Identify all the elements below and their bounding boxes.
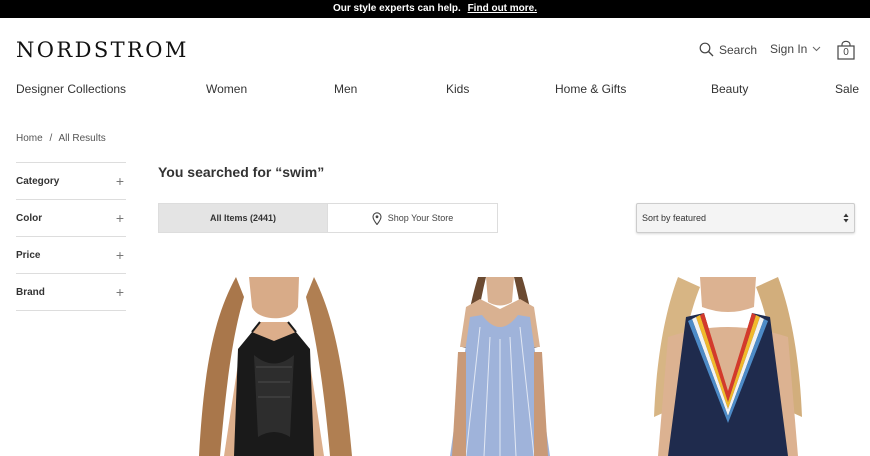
nav-men[interactable]: Men (334, 82, 357, 96)
breadcrumb: Home / All Results (16, 133, 110, 144)
tab-all-items-label: All Items (2441) (209, 213, 277, 223)
search-results-heading: You searched for “swim” (158, 164, 325, 180)
filter-sidebar: Category + Color + Price + Brand + (16, 162, 126, 311)
product-card[interactable] (628, 277, 828, 456)
filter-brand[interactable]: Brand + (16, 273, 126, 311)
shopping-bag-button[interactable]: 0 (836, 40, 856, 60)
chevron-down-icon (813, 46, 821, 52)
sort-selected-value: Sort by featured (642, 213, 707, 223)
promo-banner: Our style experts can help. Find out mor… (0, 0, 870, 18)
nav-beauty[interactable]: Beauty (711, 82, 748, 96)
promo-link[interactable]: Find out more. (468, 3, 537, 14)
product-card[interactable] (400, 277, 600, 456)
tab-shop-your-store-label: Shop Your Store (387, 213, 454, 223)
filter-label: Category (16, 175, 60, 187)
sign-in-label: Sign In (770, 42, 808, 56)
breadcrumb-current: All Results (58, 133, 106, 144)
tab-shop-your-store[interactable]: Shop Your Store (328, 203, 498, 233)
filter-label: Brand (16, 286, 45, 298)
plus-icon: + (115, 173, 124, 189)
location-pin-icon (372, 211, 382, 225)
filter-label: Price (16, 249, 41, 261)
results-tabs: All Items (2441) Shop Your Store (158, 203, 498, 233)
sort-select[interactable]: Sort by featured (636, 203, 855, 233)
search-icon (699, 42, 714, 57)
navy-v-neck-striped-trim-swimsuit-image (628, 277, 828, 456)
bag-count: 0 (843, 47, 849, 58)
sign-in-button[interactable]: Sign In (770, 42, 821, 56)
logo[interactable]: NORDSTROM (16, 38, 189, 62)
plus-icon: + (115, 210, 124, 226)
select-arrows-icon (843, 213, 849, 223)
product-card[interactable] (174, 277, 374, 456)
nav-home-gifts[interactable]: Home & Gifts (555, 82, 626, 96)
filter-category[interactable]: Category + (16, 162, 126, 199)
promo-text: Our style experts can help. (332, 3, 461, 14)
blue-striped-swim-cover-up-dress-image (400, 277, 600, 456)
nav-sale[interactable]: Sale (835, 82, 859, 96)
filter-price[interactable]: Price + (16, 236, 126, 273)
breadcrumb-separator: / (49, 133, 53, 144)
plus-icon: + (115, 284, 124, 300)
breadcrumb-home[interactable]: Home (16, 133, 43, 144)
search-button[interactable]: Search (699, 42, 757, 57)
nav-women[interactable]: Women (206, 82, 247, 96)
nav-kids[interactable]: Kids (446, 82, 469, 96)
tab-all-items[interactable]: All Items (2441) (158, 203, 328, 233)
search-label: Search (719, 42, 758, 57)
filter-color[interactable]: Color + (16, 199, 126, 236)
plus-icon: + (115, 247, 124, 263)
nav-designer-collections[interactable]: Designer Collections (16, 82, 126, 96)
black-lace-one-piece-swimsuit-image (174, 277, 374, 456)
filter-label: Color (16, 212, 43, 224)
